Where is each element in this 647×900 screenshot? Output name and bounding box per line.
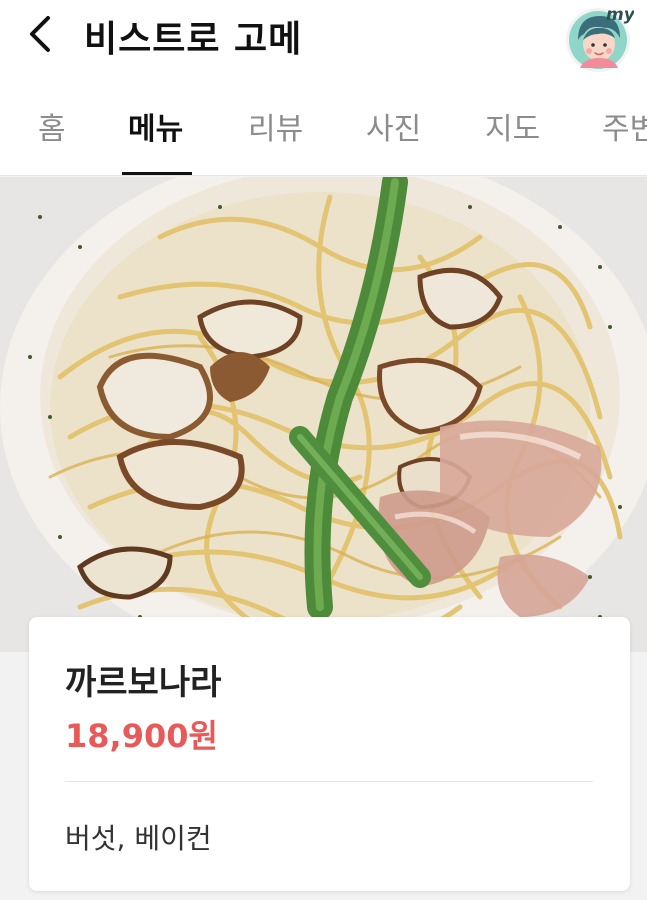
- back-button[interactable]: [20, 12, 64, 56]
- tab-reviews[interactable]: 리뷰: [248, 104, 303, 148]
- active-tab-indicator: [122, 172, 192, 175]
- divider: [65, 781, 593, 782]
- chevron-left-icon: [30, 16, 50, 52]
- top-bar: 비스트로 고메 my: [0, 0, 647, 78]
- tab-bar: 홈 메뉴 리뷰 사진 지도 주변: [0, 78, 647, 176]
- page-title: 비스트로 고메: [84, 19, 303, 60]
- tab-menu[interactable]: 메뉴: [128, 104, 183, 148]
- tab-photos[interactable]: 사진: [366, 104, 421, 148]
- menu-price: 18,900원: [65, 717, 218, 755]
- carbonara-dish-image: [0, 177, 647, 652]
- menu-photo[interactable]: [0, 177, 647, 652]
- menu-description: 버섯, 베이컨: [65, 822, 212, 855]
- tab-home[interactable]: 홈: [38, 104, 66, 148]
- tab-map[interactable]: 지도: [485, 104, 540, 148]
- menu-info-card: 까르보나라 18,900원 버섯, 베이컨: [29, 617, 630, 891]
- tab-nearby[interactable]: 주변: [602, 104, 647, 148]
- avatar-badge: my: [606, 5, 634, 25]
- my-profile-button[interactable]: my: [562, 2, 636, 74]
- avatar: my: [566, 5, 636, 72]
- menu-name: 까르보나라: [65, 663, 222, 703]
